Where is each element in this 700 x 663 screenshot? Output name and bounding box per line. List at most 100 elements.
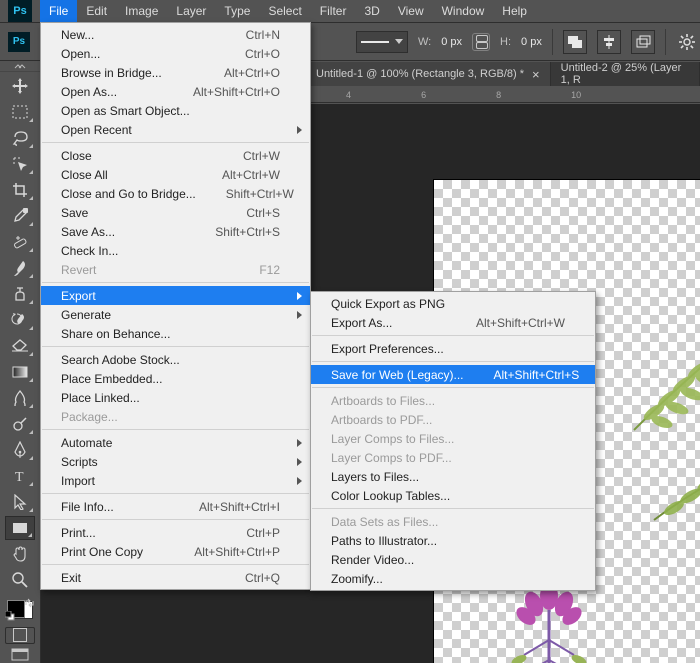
tool-lasso[interactable] [5,126,35,150]
menu-item-shortcut: Ctrl+N [216,28,280,42]
tool-type[interactable]: T [5,464,35,488]
tool-flyout-indicator-icon [29,430,33,434]
file-menu-item[interactable]: Import [41,471,310,490]
submenu-arrow-icon [297,292,302,300]
menu-item-label: Revert [61,263,96,277]
tool-clone[interactable] [5,282,35,306]
menu-file[interactable]: File [40,0,77,22]
photoshop-icon: Ps [8,0,32,22]
tool-eyedropper[interactable] [5,204,35,228]
file-menu-item[interactable]: ExitCtrl+Q [41,568,310,587]
tool-brush[interactable] [5,256,35,280]
menu-layer[interactable]: Layer [167,0,215,22]
menu-item-label: New... [61,28,94,42]
foreground-background-colors[interactable] [5,598,35,621]
file-menu-item[interactable]: Open as Smart Object... [41,101,310,120]
quick-mask-toggle[interactable] [5,627,35,644]
menu-image[interactable]: Image [116,0,167,22]
stroke-style-combo[interactable] [356,31,408,53]
settings-gear-icon[interactable] [676,31,698,53]
export-menu-item[interactable]: Export As...Alt+Shift+Ctrl+W [311,313,595,332]
menu-window[interactable]: Window [433,0,494,22]
brush-icon [12,259,28,277]
tool-gradient[interactable] [5,360,35,384]
file-menu-item[interactable]: Print...Ctrl+P [41,523,310,542]
tool-quick-select[interactable] [5,152,35,176]
tool-eraser[interactable] [5,334,35,358]
file-menu-item[interactable]: New... Ctrl+N [41,25,310,44]
file-menu-item[interactable]: Scripts [41,452,310,471]
menu-select[interactable]: Select [259,0,310,22]
menu-3d[interactable]: 3D [355,0,388,22]
file-menu-item[interactable]: CloseCtrl+W [41,146,310,165]
submenu-arrow-icon [297,458,302,466]
path-operations-button[interactable] [563,30,587,54]
close-icon[interactable]: × [532,67,540,82]
file-menu-item[interactable]: Automate [41,433,310,452]
blur-icon [13,390,27,406]
swap-colors-icon[interactable] [25,598,35,608]
menu-item-shortcut: Alt+Ctrl+O [194,66,280,80]
export-menu-item[interactable]: Save for Web (Legacy)...Alt+Shift+Ctrl+S [311,365,595,384]
tool-zoom[interactable] [5,568,35,592]
tool-move[interactable] [5,74,35,98]
document-tab[interactable]: Untitled-2 @ 25% (Layer 1, R [551,62,700,86]
file-menu-item[interactable]: Export [41,286,310,305]
document-tab[interactable]: Untitled-1 @ 100% (Rectangle 3, RGB/8) *… [306,62,551,86]
file-menu-item[interactable]: Place Linked... [41,388,310,407]
tool-pen[interactable] [5,438,35,462]
menu-type[interactable]: Type [215,0,259,22]
path-alignment-button[interactable] [597,30,621,54]
tool-blur[interactable] [5,386,35,410]
app-logo: Ps [0,0,40,22]
file-menu-item[interactable]: Open As...Alt+Shift+Ctrl+O [41,82,310,101]
export-menu-item[interactable]: Layers to Files... [311,467,595,486]
tool-flyout-indicator-icon [29,404,33,408]
export-menu-item[interactable]: Quick Export as PNG [311,294,595,313]
file-menu-item[interactable]: Browse in Bridge...Alt+Ctrl+O [41,63,310,82]
file-menu-item[interactable]: Print One CopyAlt+Shift+Ctrl+P [41,542,310,561]
export-menu-item[interactable]: Render Video... [311,550,595,569]
link-dimensions-icon[interactable] [472,33,490,51]
export-menu-item[interactable]: Color Lookup Tables... [311,486,595,505]
file-menu-item[interactable]: Close AllAlt+Ctrl+W [41,165,310,184]
home-icon[interactable]: Ps [8,32,30,52]
file-menu-item[interactable]: Save As...Shift+Ctrl+S [41,222,310,241]
height-value[interactable]: 0 px [521,36,542,48]
file-menu-item[interactable]: Share on Behance... [41,324,310,343]
file-menu-item[interactable]: File Info...Alt+Shift+Ctrl+I [41,497,310,516]
ruler-tick: 10 [571,90,581,100]
default-colors-icon[interactable] [5,611,15,621]
lasso-icon [11,130,29,146]
tool-hand[interactable] [5,542,35,566]
menu-help[interactable]: Help [493,0,536,22]
tool-history-brush[interactable] [5,308,35,332]
tool-rectangle[interactable] [5,516,35,540]
file-menu-item[interactable]: Place Embedded... [41,369,310,388]
dodge-icon [12,416,28,432]
ruler-tick: 6 [421,90,426,100]
path-arrangement-button[interactable] [631,30,655,54]
file-menu-item[interactable]: Search Adobe Stock... [41,350,310,369]
width-value[interactable]: 0 px [441,36,462,48]
tool-healing[interactable] [5,230,35,254]
file-menu-item[interactable]: Open Recent [41,120,310,139]
export-menu-item[interactable]: Paths to Illustrator... [311,531,595,550]
file-menu-item[interactable]: Generate [41,305,310,324]
tool-path-select[interactable] [5,490,35,514]
file-menu-item[interactable]: SaveCtrl+S [41,203,310,222]
file-menu-item[interactable]: Check In... [41,241,310,260]
export-menu-item[interactable]: Zoomify... [311,569,595,588]
menu-filter[interactable]: Filter [311,0,356,22]
menu-edit[interactable]: Edit [77,0,116,22]
export-menu-item[interactable]: Export Preferences... [311,339,595,358]
tool-crop[interactable] [5,178,35,202]
file-menu-item[interactable]: Open...Ctrl+O [41,44,310,63]
menu-view[interactable]: View [389,0,433,22]
tool-marquee[interactable] [5,100,35,124]
toolbox-collapse-handle[interactable] [0,62,40,72]
file-menu-item[interactable]: Close and Go to Bridge...Shift+Ctrl+W [41,184,310,203]
menu-item-shortcut: Ctrl+Q [215,571,280,585]
screen-mode-button[interactable] [6,648,34,663]
tool-dodge[interactable] [5,412,35,436]
